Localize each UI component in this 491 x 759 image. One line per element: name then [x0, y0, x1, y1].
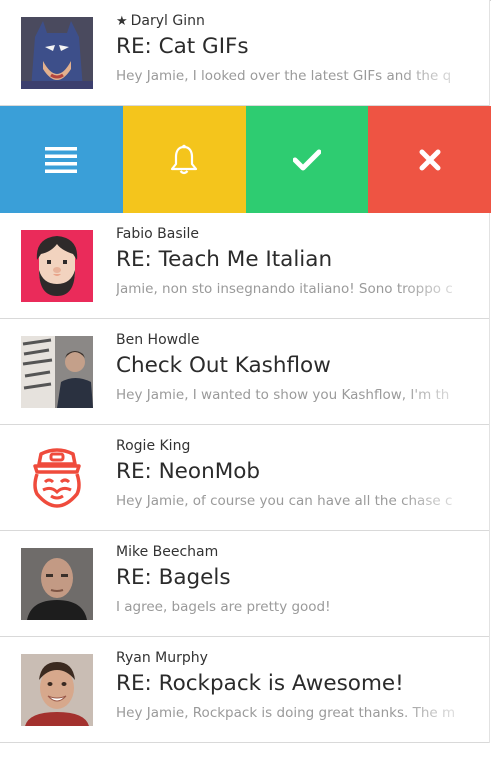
preview-fade: [400, 489, 480, 513]
email-subject: RE: Cat GIFs: [116, 34, 249, 59]
preview-fade: [400, 701, 480, 725]
preview-fade: [400, 64, 480, 88]
smiling-man-avatar: [21, 654, 93, 726]
sender-name: Ryan Murphy: [116, 650, 208, 666]
email-row-rogie-king[interactable]: Rogie King RE: NeonMob Hey Jamie, of cou…: [0, 425, 490, 531]
email-subject: RE: NeonMob: [116, 459, 261, 484]
star-icon: ★: [116, 14, 128, 29]
email-subject: Check Out Kashflow: [116, 353, 331, 378]
sender-name: Ben Howdle: [116, 332, 200, 348]
sender-name: Mike Beecham: [116, 544, 219, 560]
bald-man-avatar: [21, 548, 93, 620]
email-subject: RE: Rockpack is Awesome!: [116, 671, 404, 696]
email-row-ben-howdle[interactable]: Ben Howdle Check Out Kashflow Hey Jamie,…: [0, 319, 490, 425]
bell-icon: [171, 144, 198, 174]
swipe-action-bar: [0, 106, 491, 213]
email-preview: I agree, bagels are pretty good!: [116, 599, 331, 615]
list-icon: [45, 146, 78, 173]
email-row-daryl-ginn[interactable]: ★ Daryl Ginn RE: Cat GIFs Hey Jamie, I lo…: [0, 0, 490, 106]
sender-name: Rogie King: [116, 438, 191, 454]
list-button[interactable]: [0, 106, 123, 213]
delete-button[interactable]: [368, 106, 491, 213]
email-subject: RE: Bagels: [116, 565, 231, 590]
remind-button[interactable]: [122, 106, 246, 213]
preview-fade: [400, 277, 480, 301]
email-row-fabio-basile[interactable]: Fabio Basile RE: Teach Me Italian Jamie,…: [0, 213, 490, 319]
archive-button[interactable]: [245, 106, 369, 213]
sender-name: ★ Daryl Ginn: [116, 13, 205, 29]
close-icon: [419, 149, 441, 170]
preview-fade: [400, 383, 480, 407]
sender-name: Fabio Basile: [116, 226, 200, 242]
man-with-poster-avatar: [21, 336, 93, 408]
bearded-man-illustration-avatar: [21, 230, 93, 302]
captain-face-logo-avatar: [21, 442, 93, 514]
email-row-ryan-murphy[interactable]: Ryan Murphy RE: Rockpack is Awesome! Hey…: [0, 637, 490, 743]
email-subject: RE: Teach Me Italian: [116, 247, 333, 272]
checkmark-icon: [292, 149, 321, 170]
batman-avatar: [21, 17, 93, 89]
row-divider: [0, 742, 489, 743]
email-row-mike-beecham[interactable]: Mike Beecham RE: Bagels I agree, bagels …: [0, 531, 490, 637]
